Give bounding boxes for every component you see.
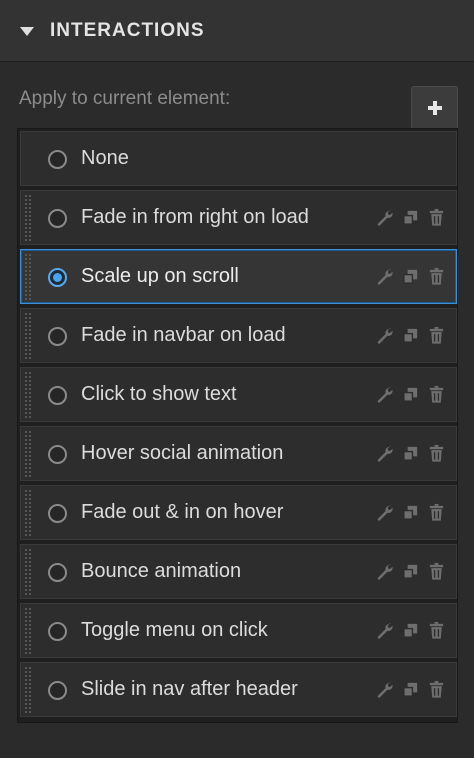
wrench-icon[interactable]: [375, 503, 394, 522]
duplicate-icon[interactable]: [401, 503, 420, 522]
row-actions: [375, 621, 446, 640]
duplicate-icon[interactable]: [401, 444, 420, 463]
panel-title: INTERACTIONS: [50, 19, 205, 41]
interaction-row[interactable]: Bounce animation: [20, 544, 457, 599]
wrench-icon[interactable]: [375, 267, 394, 286]
interaction-label: Scale up on scroll: [81, 265, 239, 287]
radio-button[interactable]: [48, 327, 67, 346]
interaction-row[interactable]: Fade out & in on hover: [20, 485, 457, 540]
wrench-icon[interactable]: [375, 562, 394, 581]
row-actions: [375, 326, 446, 345]
duplicate-icon[interactable]: [401, 208, 420, 227]
radio-button[interactable]: [48, 563, 67, 582]
row-actions: [375, 208, 446, 227]
radio-button[interactable]: [48, 504, 67, 523]
row-actions: [375, 444, 446, 463]
duplicate-icon[interactable]: [401, 267, 420, 286]
wrench-icon[interactable]: [375, 326, 394, 345]
duplicate-icon[interactable]: [401, 562, 420, 581]
duplicate-icon[interactable]: [401, 680, 420, 699]
radio-button[interactable]: [48, 268, 67, 287]
drag-handle-icon[interactable]: [24, 371, 32, 418]
radio-button[interactable]: [48, 445, 67, 464]
interaction-row[interactable]: Scale up on scroll: [20, 249, 457, 304]
plus-icon: [427, 100, 442, 115]
trash-icon[interactable]: [427, 444, 446, 463]
interaction-label: Click to show text: [81, 383, 237, 405]
drag-handle-icon[interactable]: [24, 666, 32, 713]
interaction-label: Fade in navbar on load: [81, 324, 286, 346]
trash-icon[interactable]: [427, 562, 446, 581]
drag-handle-icon[interactable]: [24, 253, 32, 300]
trash-icon[interactable]: [427, 385, 446, 404]
duplicate-icon[interactable]: [401, 326, 420, 345]
interaction-list: None Fade in from right on load Scale up…: [17, 128, 458, 723]
interaction-row[interactable]: Fade in navbar on load: [20, 308, 457, 363]
trash-icon[interactable]: [427, 326, 446, 345]
duplicate-icon[interactable]: [401, 621, 420, 640]
drag-handle-icon[interactable]: [24, 548, 32, 595]
add-interaction-button[interactable]: [411, 86, 458, 128]
interaction-label: Bounce animation: [81, 560, 242, 582]
interaction-row[interactable]: Hover social animation: [20, 426, 457, 481]
interaction-row[interactable]: None: [20, 131, 457, 186]
radio-button[interactable]: [48, 150, 67, 169]
interaction-label: Hover social animation: [81, 442, 284, 464]
wrench-icon[interactable]: [375, 208, 394, 227]
interaction-row[interactable]: Toggle menu on click: [20, 603, 457, 658]
drag-handle-icon[interactable]: [24, 430, 32, 477]
interaction-label: Toggle menu on click: [81, 619, 268, 641]
trash-icon[interactable]: [427, 208, 446, 227]
wrench-icon[interactable]: [375, 444, 394, 463]
wrench-icon[interactable]: [375, 385, 394, 404]
interaction-label: Slide in nav after header: [81, 678, 298, 700]
duplicate-icon[interactable]: [401, 385, 420, 404]
radio-button[interactable]: [48, 622, 67, 641]
interaction-row[interactable]: Fade in from right on load: [20, 190, 457, 245]
radio-button[interactable]: [48, 681, 67, 700]
radio-button[interactable]: [48, 386, 67, 405]
interaction-row[interactable]: Slide in nav after header: [20, 662, 457, 717]
trash-icon[interactable]: [427, 621, 446, 640]
drag-handle-icon[interactable]: [24, 489, 32, 536]
interaction-label: None: [81, 147, 129, 169]
trash-icon[interactable]: [427, 503, 446, 522]
drag-handle-icon[interactable]: [24, 194, 32, 241]
row-actions: [375, 562, 446, 581]
radio-button[interactable]: [48, 209, 67, 228]
row-actions: [375, 680, 446, 699]
apply-label: Apply to current element:: [19, 88, 231, 109]
interaction-label: Fade in from right on load: [81, 206, 309, 228]
row-actions: [375, 385, 446, 404]
interaction-row[interactable]: Click to show text: [20, 367, 457, 422]
row-actions: [375, 267, 446, 286]
interactions-panel-header[interactable]: INTERACTIONS: [0, 0, 474, 62]
drag-handle-icon[interactable]: [24, 312, 32, 359]
trash-icon[interactable]: [427, 267, 446, 286]
trash-icon[interactable]: [427, 680, 446, 699]
wrench-icon[interactable]: [375, 621, 394, 640]
wrench-icon[interactable]: [375, 680, 394, 699]
caret-down-icon[interactable]: [20, 27, 34, 36]
interaction-label: Fade out & in on hover: [81, 501, 284, 523]
row-actions: [375, 503, 446, 522]
drag-handle-icon[interactable]: [24, 607, 32, 654]
